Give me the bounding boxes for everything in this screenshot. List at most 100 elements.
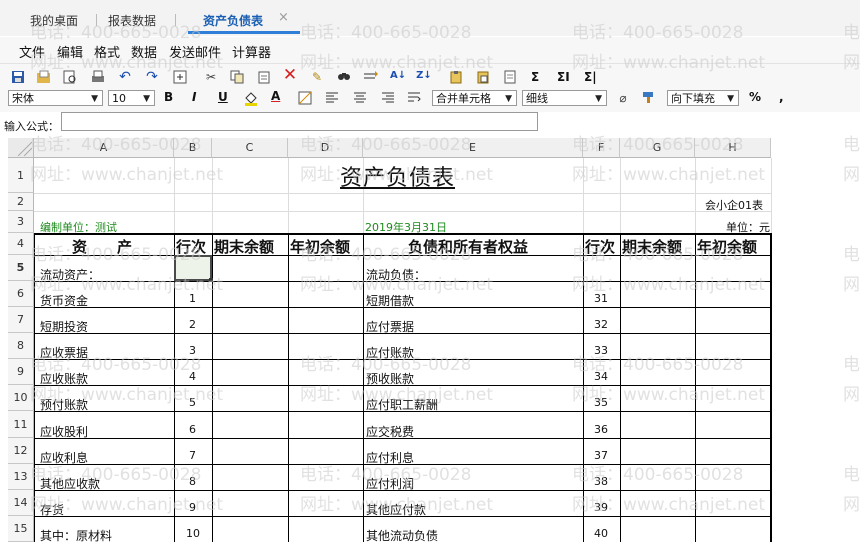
italic-button[interactable]: I xyxy=(192,90,196,104)
selected-cell[interactable] xyxy=(174,255,213,282)
font-select[interactable]: 宋体 ▼ xyxy=(8,90,103,106)
asset-line-no[interactable]: 7 xyxy=(189,449,196,462)
liability-label[interactable]: 应付职工薪酬 xyxy=(366,396,438,413)
liability-label[interactable]: 预收账款 xyxy=(366,370,414,387)
column-header-b[interactable]: B xyxy=(174,138,212,158)
header-beginning-balance[interactable]: 年初余额 xyxy=(290,236,350,257)
sum-col-button[interactable]: Σ| xyxy=(584,70,597,84)
asset-line-no[interactable]: 9 xyxy=(189,501,196,514)
column-header-g[interactable]: G xyxy=(620,138,695,158)
asset-label[interactable]: 其中：原材料 xyxy=(40,527,112,544)
asset-line-no[interactable]: 4 xyxy=(189,370,196,383)
preview-icon[interactable] xyxy=(62,70,78,86)
row-header[interactable]: 4 xyxy=(8,233,34,255)
close-icon[interactable]: × xyxy=(278,10,289,25)
liability-line-no[interactable]: 37 xyxy=(594,449,608,462)
formula-input[interactable] xyxy=(61,112,538,131)
fill-color-icon[interactable] xyxy=(243,90,259,106)
column-header-d[interactable]: D xyxy=(288,138,363,158)
merge-cells-select[interactable]: 合并单元格 ▼ xyxy=(432,90,517,106)
report-date[interactable]: 2019年3月31日 xyxy=(365,219,447,235)
row-header[interactable]: 7 xyxy=(8,307,34,333)
asset-line-no[interactable]: 8 xyxy=(189,475,196,488)
menu-send-mail[interactable]: 发送邮件 xyxy=(169,42,221,61)
row-header[interactable]: 11 xyxy=(8,411,34,438)
eraser-icon[interactable]: ⌀ xyxy=(615,90,631,106)
replace-icon[interactable] xyxy=(363,69,379,85)
liability-line-no[interactable]: 40 xyxy=(594,527,608,540)
print-icon[interactable] xyxy=(90,70,106,86)
sort-desc-icon[interactable]: Z↓ xyxy=(416,68,432,84)
brush-icon[interactable]: ✎ xyxy=(309,69,325,85)
row-header[interactable]: 10 xyxy=(8,385,34,411)
liability-line-no[interactable]: 38 xyxy=(594,475,608,488)
sum-row-button[interactable]: ΣI xyxy=(557,70,570,84)
comma-button[interactable]: , xyxy=(779,90,784,104)
row-header[interactable]: 3 xyxy=(8,211,34,233)
asset-line-no[interactable]: 3 xyxy=(189,344,196,357)
find-icon[interactable] xyxy=(336,69,352,85)
row-header[interactable]: 1 xyxy=(8,158,34,193)
cut-icon[interactable]: ✂ xyxy=(203,69,219,85)
sum-button[interactable]: Σ xyxy=(531,70,539,84)
column-header-e[interactable]: E xyxy=(363,138,583,158)
asset-line-no[interactable]: 5 xyxy=(189,396,196,409)
copy-icon[interactable] xyxy=(229,70,245,86)
column-header-h[interactable]: H xyxy=(695,138,771,158)
align-right-icon[interactable] xyxy=(380,90,396,106)
bold-button[interactable]: B xyxy=(164,90,173,104)
liability-label[interactable]: 应付利润 xyxy=(366,475,414,492)
menu-data[interactable]: 数据 xyxy=(131,42,157,61)
row-header[interactable]: 6 xyxy=(8,281,34,307)
header-line-no[interactable]: 行次 xyxy=(585,236,615,257)
row-header[interactable]: 12 xyxy=(8,438,34,464)
page-icon[interactable] xyxy=(502,70,518,86)
fill-down-select[interactable]: 向下填充 ▼ xyxy=(667,90,739,106)
header-ending-balance[interactable]: 期末余额 xyxy=(214,236,274,257)
asset-line-no[interactable]: 6 xyxy=(189,423,196,436)
open-icon[interactable] xyxy=(36,70,52,86)
tab-balance-sheet[interactable]: 资产负债表 xyxy=(203,12,263,29)
row-header[interactable]: 14 xyxy=(8,490,34,516)
row-header[interactable]: 13 xyxy=(8,464,34,490)
asset-label[interactable]: 应收利息 xyxy=(40,449,88,466)
row-header[interactable]: 2 xyxy=(8,193,34,211)
asset-label[interactable]: 货币资金 xyxy=(40,292,88,309)
underline-button[interactable]: U xyxy=(218,90,228,104)
undo-icon[interactable]: ↶ xyxy=(117,69,133,85)
header-assets[interactable]: 资 产 xyxy=(72,236,132,257)
liability-label[interactable]: 其他流动负债 xyxy=(366,527,438,544)
menu-edit[interactable]: 编辑 xyxy=(57,42,83,61)
header-line-no[interactable]: 行次 xyxy=(176,236,206,257)
asset-label[interactable]: 其他应收款 xyxy=(40,475,100,492)
align-left-icon[interactable] xyxy=(324,90,340,106)
liability-label[interactable]: 流动负债： xyxy=(366,266,426,283)
select-all-corner[interactable] xyxy=(8,138,34,158)
menu-file[interactable]: 文件 xyxy=(19,42,45,61)
column-header-f[interactable]: F xyxy=(583,138,620,158)
asset-label[interactable]: 应收账款 xyxy=(40,370,88,387)
asset-label[interactable]: 应收股利 xyxy=(40,423,88,440)
font-color-button[interactable]: A xyxy=(271,89,280,103)
column-header-c[interactable]: C xyxy=(212,138,288,158)
currency-unit[interactable]: 单位：元 xyxy=(726,219,770,235)
paste-special-icon[interactable] xyxy=(448,70,464,86)
tab-report-data[interactable]: 报表数据 xyxy=(108,12,156,29)
tab-my-desktop[interactable]: 我的桌面 xyxy=(30,12,78,29)
save-icon[interactable] xyxy=(10,70,26,86)
sort-asc-icon[interactable]: A↓ xyxy=(390,68,406,84)
liability-label[interactable]: 应交税费 xyxy=(366,423,414,440)
border-style-select[interactable]: 细线 ▼ xyxy=(522,90,607,106)
liability-label[interactable]: 应付利息 xyxy=(366,449,414,466)
font-size-select[interactable]: 10 ▼ xyxy=(108,90,155,106)
calc-icon[interactable] xyxy=(172,70,188,86)
row-header[interactable]: 15 xyxy=(8,516,34,542)
asset-label[interactable]: 预付账款 xyxy=(40,396,88,413)
header-ending-balance[interactable]: 期末余额 xyxy=(622,236,682,257)
menu-format[interactable]: 格式 xyxy=(94,42,120,61)
header-beginning-balance[interactable]: 年初余额 xyxy=(697,236,757,257)
row-header[interactable]: 9 xyxy=(8,359,34,385)
form-number[interactable]: 会小企01表 xyxy=(705,197,763,213)
row-header[interactable]: 8 xyxy=(8,333,34,359)
asset-label[interactable]: 存货 xyxy=(40,501,64,518)
